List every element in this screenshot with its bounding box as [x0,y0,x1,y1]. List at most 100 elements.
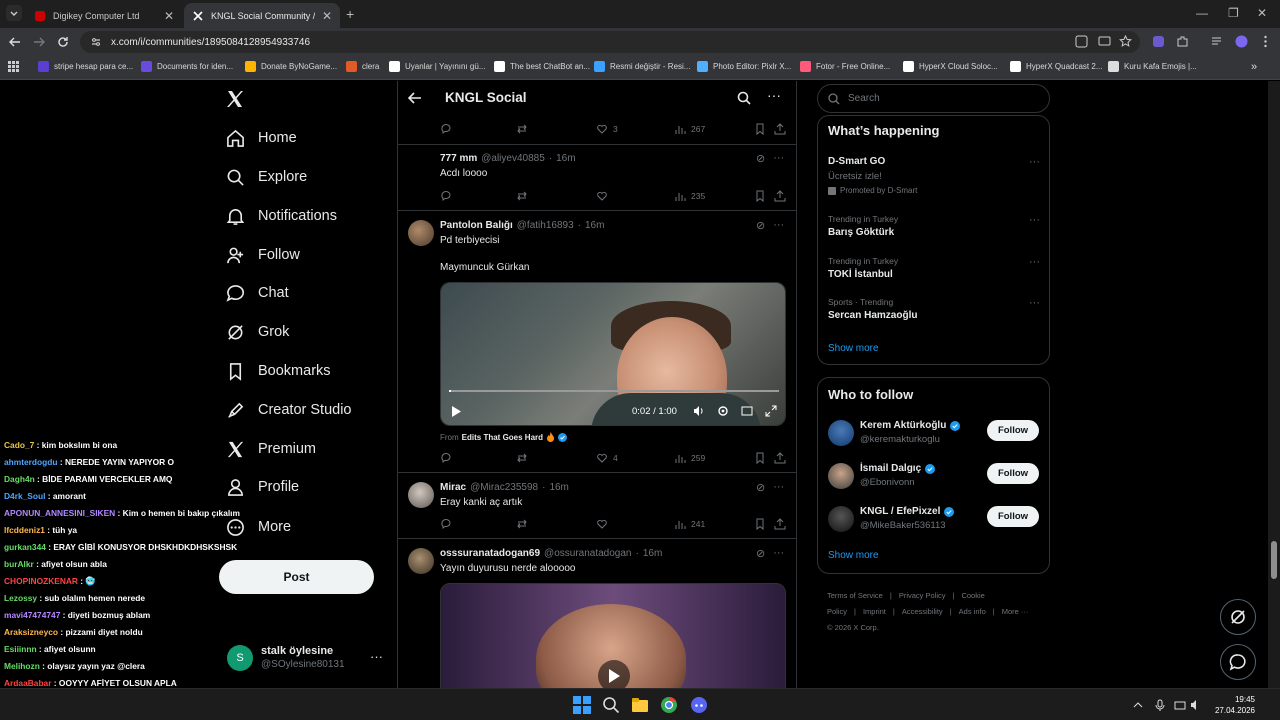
more-icon[interactable]: ··· [1029,297,1040,309]
media-icon[interactable] [1211,35,1225,49]
video-player[interactable]: 0:02 / 1:00 [440,282,786,426]
avatar[interactable] [828,463,854,489]
page-scrollbar[interactable] [1268,81,1280,688]
bookmark-item[interactable]: Donate ByNoGame... [245,61,337,72]
footer-link[interactable]: More ··· [1002,607,1029,616]
pip-icon[interactable] [741,405,753,417]
back-icon[interactable] [8,35,22,49]
profile-avatar-icon[interactable] [1235,35,1249,49]
bookmark-item[interactable]: HyperX Cloud Soloc... [903,61,998,72]
settings-icon[interactable] [717,405,729,417]
nav-item-grok[interactable]: Grok [226,319,289,345]
like-button[interactable] [596,190,608,202]
chat-username[interactable]: gurkan344 [4,542,46,552]
retweet-icon[interactable] [516,518,528,530]
chat-username[interactable]: mavi47474747 [4,610,60,620]
browser-menu-icon[interactable] [1259,35,1273,49]
more-icon[interactable]: ··· [773,219,784,232]
footer-link[interactable]: Terms of Service [827,591,883,600]
apps-icon[interactable] [8,61,19,72]
like-button[interactable] [596,518,608,530]
system-clock[interactable]: 19:45 27.04.2026 [1207,694,1255,716]
nav-item-bookmarks[interactable]: Bookmarks [226,358,331,384]
chat-username[interactable]: ahmterdogdu [4,457,58,467]
footer-link[interactable]: Ads info [959,607,986,616]
like-button[interactable]: 3 [596,123,618,135]
bookmark-item[interactable]: Uyanlar | Yayınını gü... [389,61,486,72]
search-icon[interactable] [602,696,620,714]
url-text[interactable]: x.com/i/communities/1895084128954933746 [111,37,310,48]
tweet-handle[interactable]: @Mirac235598 [470,482,538,493]
minimize-icon[interactable]: — [1196,6,1208,20]
bookmark-item[interactable]: Fotor - Free Online... [800,61,890,72]
address-bar[interactable]: x.com/i/communities/1895084128954933746 [80,31,1140,53]
follow-button[interactable]: Follow [987,506,1039,527]
views-button[interactable]: 241 [674,518,705,530]
tweet-author-name[interactable]: Mirac [440,482,466,493]
follow-button[interactable]: Follow [987,463,1039,484]
chat-username[interactable]: burAlkr [4,559,34,569]
more-icon[interactable]: ··· [773,481,784,494]
trend-item-promoted[interactable]: D-Smart GO Ücretsiz izle! Promoted by D-… [828,156,1040,196]
trend-item[interactable]: Trending in Turkey Barış Göktürk ··· [828,214,1040,238]
messages-fab-button[interactable] [1220,644,1256,680]
bookmark-item[interactable]: Kuru Kafa Emojis |... [1108,61,1197,72]
play-icon[interactable] [451,405,461,417]
bookmark-icon[interactable] [754,452,766,464]
chat-username[interactable]: Araksizneyco [4,627,58,637]
tweet[interactable]: 3 267 [398,117,796,145]
bookmarks-overflow-icon[interactable]: » [1251,61,1257,73]
scrollbar-thumb[interactable] [1271,541,1277,579]
retweet-icon[interactable] [516,190,528,202]
chat-username[interactable]: CHOPINOZKENAR [4,576,78,586]
reply-icon[interactable] [440,123,452,135]
fullscreen-icon[interactable] [765,405,777,417]
volume-icon[interactable] [1190,699,1202,711]
tab-close-icon[interactable]: ✕ [164,9,174,23]
footer-link[interactable]: Accessibility [902,607,943,616]
more-icon[interactable]: ··· [773,547,784,560]
bookmark-item[interactable]: Resmi değiştir - Resi... [594,61,690,72]
avatar[interactable] [828,420,854,446]
chat-username[interactable]: Lezossy [4,593,37,603]
avatar[interactable] [828,506,854,532]
avatar[interactable] [408,220,434,246]
like-button[interactable]: 4 [596,452,618,464]
bookmark-icon[interactable] [754,123,766,135]
browser-tab[interactable]: Digikey Computer Ltd ✕ [26,3,182,28]
retweet-icon[interactable] [516,123,528,135]
nav-item-notifications[interactable]: Notifications [226,203,337,229]
tweet-time[interactable]: 16m [549,482,568,493]
avatar[interactable] [408,482,434,508]
grok-icon[interactable]: ⊘ [756,481,765,494]
volume-icon[interactable] [693,405,705,417]
browser-tab-active[interactable]: KNGL Social Community / X ✕ [184,3,340,28]
install-icon[interactable] [1098,35,1112,49]
bookmark-item[interactable]: clera [346,61,379,72]
source-name[interactable]: Edits That Goes Hard [462,433,543,442]
chat-username[interactable]: Dagh4n [4,474,35,484]
tweet-author-name[interactable]: osssuranatadogan69 [440,548,540,559]
video-progress-bar[interactable] [449,390,779,392]
more-icon[interactable]: ··· [767,87,781,103]
trend-item[interactable]: Sports · Trending Sercan Hamzaoğlu ··· [828,297,1040,321]
views-button[interactable]: 259 [674,452,705,464]
footer-link[interactable]: Imprint [863,607,886,616]
chat-username[interactable]: ArdaaBabar [4,678,51,688]
grok-icon[interactable]: ⊘ [756,219,765,232]
more-icon[interactable]: ··· [773,152,784,165]
nav-item-home[interactable]: Home [226,125,297,151]
retweet-icon[interactable] [516,452,528,464]
tweet-author-name[interactable]: 777 mm [440,153,477,164]
file-explorer-icon[interactable] [631,696,649,714]
tweet-author-name[interactable]: Pantolon Balığı [440,220,513,231]
chat-username[interactable]: D4rk_Soul [4,491,45,501]
tweet-handle[interactable]: @aliyev40885 [481,153,545,164]
chat-username[interactable]: Cado_7 [4,440,34,450]
chat-username[interactable]: APONUN_ANNESINI_SIKEN [4,508,115,518]
footer-link[interactable]: © 2026 X Corp. [827,620,1040,636]
share-icon[interactable] [774,190,786,202]
microphone-icon[interactable] [1154,699,1166,711]
nav-item-chat[interactable]: Chat [226,280,289,306]
trend-item[interactable]: Trending in Turkey TOKİ İstanbul ··· [828,256,1040,280]
